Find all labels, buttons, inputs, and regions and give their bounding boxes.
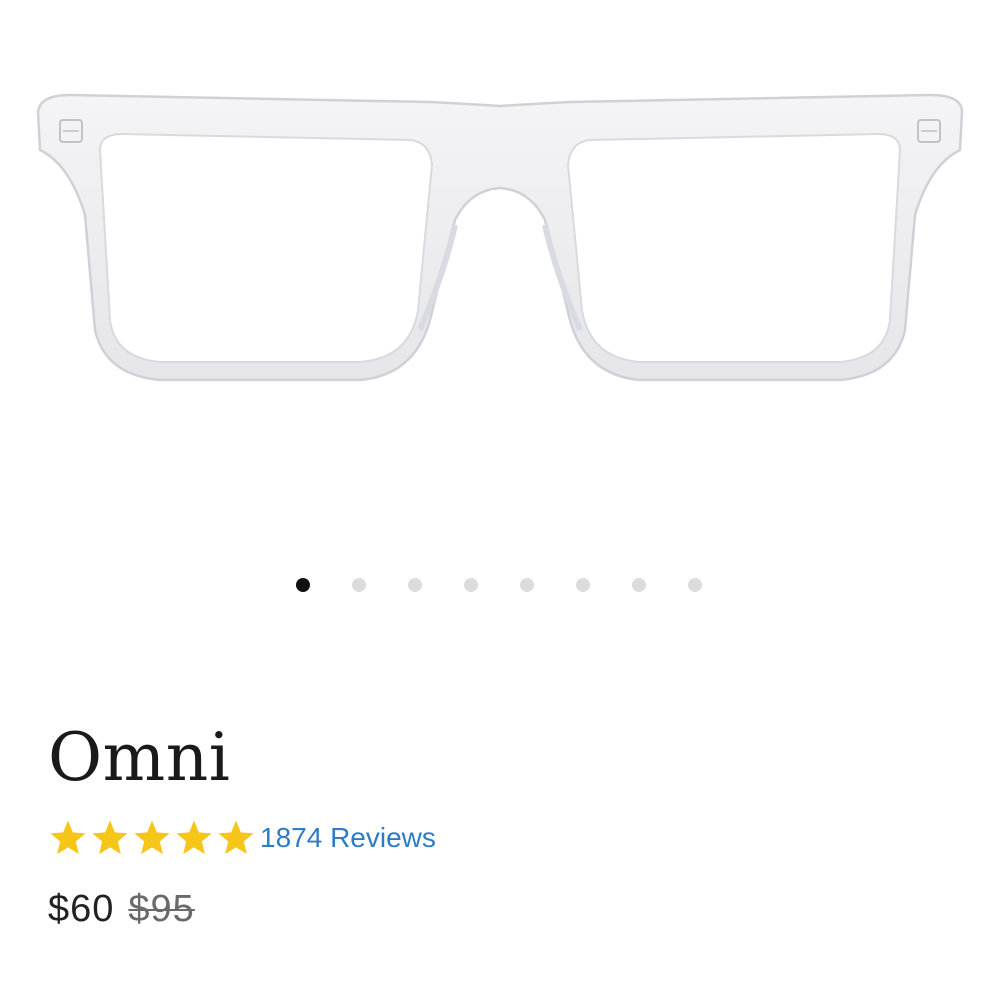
star-icon (50, 820, 86, 854)
star-icon (176, 820, 212, 854)
rating-row: 1874 Reviews (48, 816, 436, 860)
reviews-link[interactable]: 1874 Reviews (260, 822, 436, 854)
carousel-dot[interactable] (520, 578, 534, 592)
carousel-dot[interactable] (688, 578, 702, 592)
current-price: $60 (48, 888, 115, 930)
carousel-pagination (296, 578, 702, 592)
carousel-dot[interactable] (632, 578, 646, 592)
carousel-dot[interactable] (576, 578, 590, 592)
star-rating (48, 818, 258, 858)
glasses-image (36, 93, 964, 382)
price-row: $60 $95 (48, 888, 195, 931)
product-image[interactable] (0, 40, 1000, 440)
carousel-dot[interactable] (352, 578, 366, 592)
star-icon (218, 820, 254, 854)
star-icon (92, 820, 128, 854)
product-page: Omni 1874 Reviews $60 $95 (0, 0, 1000, 1000)
carousel-dot[interactable] (296, 578, 310, 592)
star-icon (134, 820, 170, 854)
carousel-dot[interactable] (464, 578, 478, 592)
product-title: Omni (48, 719, 231, 796)
carousel-dot[interactable] (408, 578, 422, 592)
original-price: $95 (128, 888, 195, 930)
